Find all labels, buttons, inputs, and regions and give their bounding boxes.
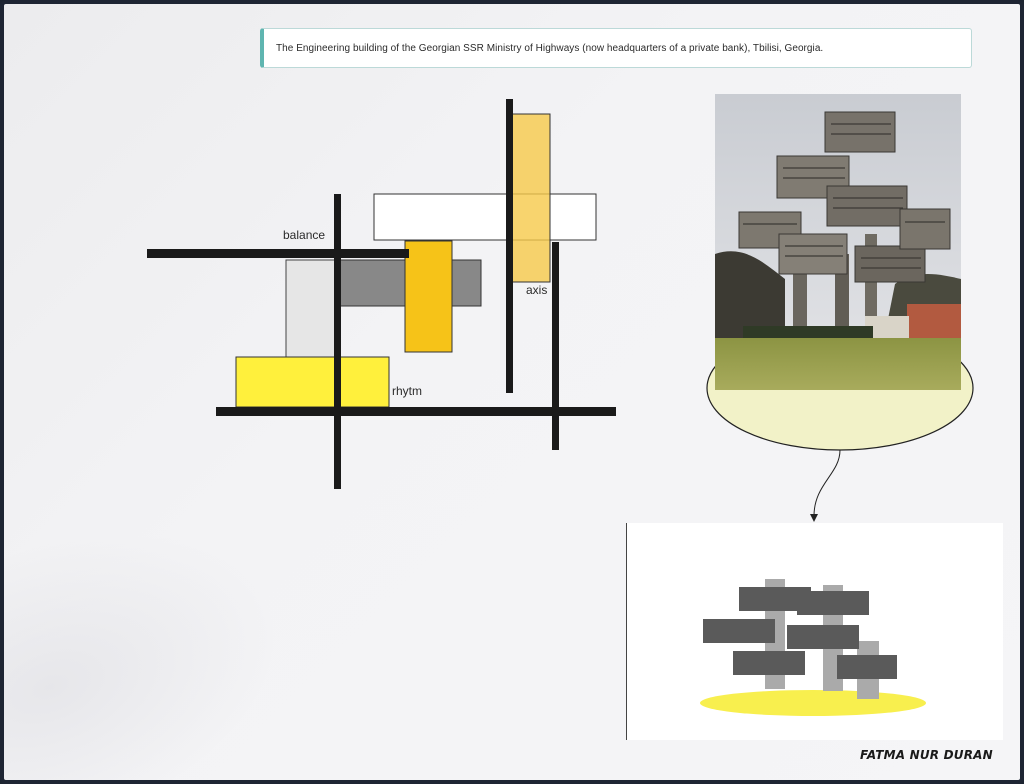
arrow-head-icon xyxy=(810,514,818,522)
author-signature: FATMA NUR DURAN xyxy=(860,748,993,762)
abstract-sketch-panel xyxy=(626,523,1003,740)
canvas-frame: The Engineering building of the Georgian… xyxy=(0,0,1024,784)
sketch-ground xyxy=(700,690,926,716)
abstract-sketch xyxy=(700,579,926,716)
building-photo xyxy=(715,94,961,390)
connector-arrow xyxy=(813,449,841,517)
